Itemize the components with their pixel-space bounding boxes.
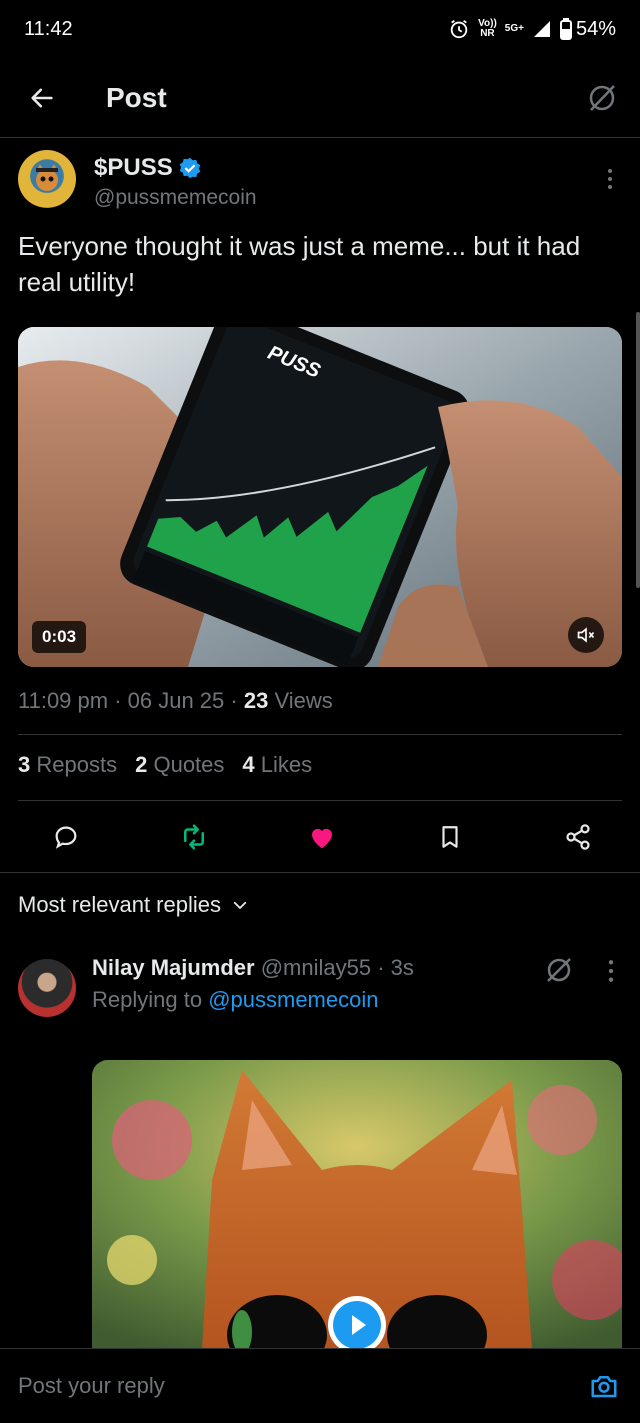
- reply-handle-time: @mnilay55 · 3s: [254, 955, 414, 980]
- post-author: $PUSS @pussmemecoin: [18, 150, 622, 220]
- reposts-stat[interactable]: 3 Reposts: [18, 752, 117, 778]
- grok-button[interactable]: [582, 78, 622, 118]
- mute-button[interactable]: [568, 617, 604, 653]
- author-meta: $PUSS @pussmemecoin: [94, 154, 257, 210]
- author-avatar[interactable]: [18, 150, 76, 208]
- reply-sort-dropdown[interactable]: Most relevant replies: [18, 892, 249, 918]
- post-video[interactable]: PUSS 0:03: [18, 327, 622, 667]
- camera-icon: [591, 1376, 617, 1398]
- battery-icon: [559, 18, 572, 40]
- author-handle: @pussmemecoin: [94, 186, 257, 209]
- post-metadata: 11:09 pm · 06 Jun 25 · 23 Views: [18, 688, 333, 714]
- chevron-down-icon: [233, 901, 247, 909]
- grok-icon: [589, 84, 615, 111]
- reply-gif-media[interactable]: [92, 1060, 622, 1350]
- heart-filled-icon: [312, 828, 332, 849]
- bookmark-icon: [442, 826, 458, 848]
- arrow-left-icon: [31, 88, 53, 107]
- replying-to-link[interactable]: @pussmemecoin: [208, 987, 378, 1012]
- reply-input[interactable]: Post your reply: [18, 1373, 165, 1399]
- post-text: Everyone thought it was just a meme... b…: [18, 231, 581, 297]
- cat-mascot-icon: [36, 164, 58, 191]
- top-app-bar: Post: [0, 58, 640, 138]
- views-count: 23: [243, 688, 269, 713]
- verified-badge-icon: [179, 157, 200, 179]
- status-time: 11:42: [24, 17, 73, 40]
- replying-to: Replying to @pussmemecoin: [92, 987, 379, 1012]
- grok-icon[interactable]: [544, 955, 574, 985]
- video-thumbnail: PUSS: [18, 327, 622, 667]
- video-timestamp: 0:03: [32, 621, 87, 653]
- play-icon: [333, 1301, 381, 1349]
- quotes-stat[interactable]: 2 Quotes: [135, 752, 224, 778]
- more-vertical-icon[interactable]: [606, 959, 616, 983]
- author-name[interactable]: $PUSS: [94, 154, 173, 182]
- divider: [0, 872, 640, 873]
- reply-bubble-icon: [55, 826, 77, 849]
- reply-author-name[interactable]: Nilay Majumder: [92, 955, 255, 980]
- reply-header: Nilay Majumder @mnilay55 · 3s: [92, 955, 414, 981]
- views-label: Views: [268, 688, 333, 713]
- reply-avatar[interactable]: [18, 959, 76, 1017]
- volte-indicator: Vo)) NR: [478, 18, 497, 39]
- bookmark-button[interactable]: [432, 819, 468, 855]
- reply-composer: Post your reply: [0, 1348, 640, 1423]
- repost-button[interactable]: [176, 819, 212, 855]
- repost-icon: [184, 824, 204, 850]
- camera-button[interactable]: [586, 1368, 622, 1404]
- post-stats: 3 Reposts 2 Quotes 4 Likes: [18, 752, 312, 778]
- volume-muted-icon: [577, 627, 595, 643]
- scrollbar[interactable]: [636, 312, 640, 588]
- play-button[interactable]: [328, 1296, 386, 1350]
- network-type: 5G+: [504, 23, 524, 34]
- share-icon: [566, 824, 590, 850]
- battery-indicator: 54%: [559, 17, 616, 41]
- status-icons: Vo)) NR 5G+ 54%: [448, 18, 616, 41]
- status-bar: 11:42 Vo)) NR 5G+ 54%: [0, 0, 640, 58]
- alarm-icon: [450, 19, 468, 39]
- likes-stat[interactable]: 4 Likes: [242, 752, 312, 778]
- like-button[interactable]: [304, 819, 340, 855]
- signal-icon: [533, 21, 550, 37]
- divider: [18, 734, 622, 735]
- share-button[interactable]: [560, 819, 596, 855]
- page-title: Post: [106, 81, 167, 113]
- battery-level: 54%: [575, 17, 616, 40]
- post-timestamp: 11:09 pm · 06 Jun 25 ·: [18, 688, 244, 713]
- reply-sort-label: Most relevant replies: [18, 892, 221, 917]
- back-button[interactable]: [22, 78, 62, 118]
- post-actions: [0, 812, 640, 862]
- post-more-button[interactable]: [598, 164, 622, 194]
- divider: [18, 800, 622, 801]
- reply-button[interactable]: [48, 819, 84, 855]
- more-vertical-icon: [608, 169, 612, 189]
